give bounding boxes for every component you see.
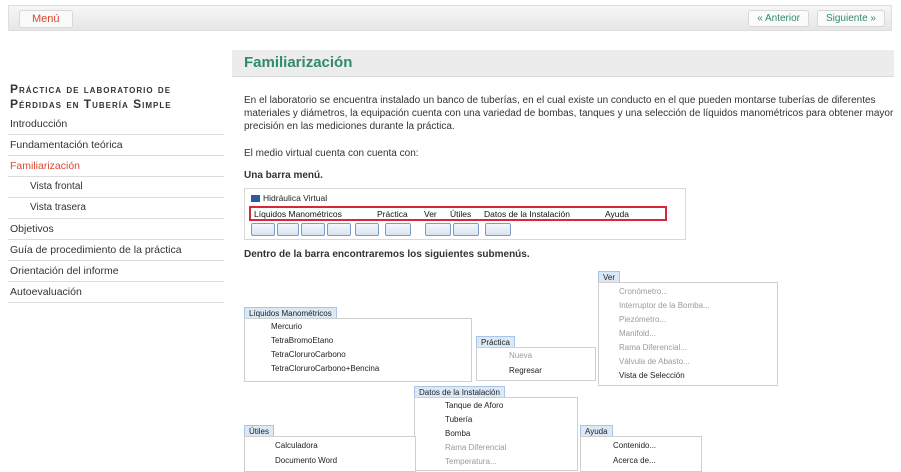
app-menu-liquidos: Líquidos Manométricos [254,209,342,219]
submenus-heading: Dentro de la barra encontraremos los sig… [244,249,530,260]
sidebar-item-guia[interactable]: Guía de procedimiento de la práctica [8,240,224,261]
tool-timer-icon [355,223,379,236]
submenu-liquidos: Mercurio TetraBromoEtano TetraCloruroCar… [244,318,472,382]
tool-word-icon [453,223,479,236]
datos-item: Temperatura... [445,457,497,466]
submenu-ayuda: Contenido... Acerca de... [580,436,702,472]
ver-item: Cronómetro... [619,287,668,296]
liquidos-item: TetraCloruroCarbono+Bencina [271,364,380,373]
tool-pipe-icon [385,223,411,236]
practica-item: Nueva [509,351,533,360]
app-menu-ver: Ver [424,209,437,219]
utiles-item: Calculadora [275,441,318,450]
menu-button[interactable]: Menú [19,10,73,28]
sidebar: Práctica de laboratorio de Pérdidas en T… [8,76,224,303]
sidebar-item-introduccion[interactable]: Introducción [8,114,224,135]
app-menu-utiles: Útiles [450,209,472,219]
liquidos-item: TetraCloruroCarbono [271,350,346,359]
app-title: Hidráulica Virtual [251,193,327,203]
app-logo-icon [251,195,260,203]
previous-button[interactable]: « Anterior [748,10,809,27]
submenu-utiles: Calculadora Documento Word [244,436,416,472]
virtual-medium-text: El medio virtual cuenta con cuenta con: [244,148,419,159]
submenu-ver: Cronómetro... Interruptor de la Bomba...… [598,282,778,386]
datos-item: Rama Diferencial [445,443,507,452]
top-navigation-bar: Menú « Anterior Siguiente » [8,5,892,31]
tool-eraser-icon [485,223,511,236]
sidebar-item-objetivos[interactable]: Objetivos [8,219,224,240]
app-title-text: Hidráulica Virtual [263,193,328,203]
ver-item: Piezómetro... [619,315,667,324]
tool-calculator-icon [425,223,451,236]
menu-bar-heading: Una barra menú. [244,170,323,181]
tool-table-icon [301,223,325,236]
ver-item: Manifold... [619,329,656,338]
practica-item: Regresar [509,366,542,375]
ver-item: Interruptor de la Bomba... [619,301,710,310]
ayuda-item: Acerca de... [613,456,656,465]
sidebar-item-orientacion[interactable]: Orientación del informe [8,261,224,282]
sidebar-item-fundamentacion[interactable]: Fundamentación teórica [8,135,224,156]
app-menu-practica: Práctica [377,209,408,219]
ver-item: Rama Diferencial... [619,343,688,352]
sidebar-item-autoevaluacion[interactable]: Autoevaluación [8,282,224,303]
tool-graph-icon [327,223,351,236]
app-menu-datos: Datos de la Instalación [484,209,570,219]
sidebar-item-vista-frontal[interactable]: Vista frontal [8,177,224,198]
intro-paragraph: En el laboratorio se encuentra instalado… [244,95,894,132]
liquidos-item: TetraBromoEtano [271,336,334,345]
datos-item: Bomba [445,429,471,438]
tool-start-icon [251,223,275,236]
app-window-image: Hidráulica Virtual Líquidos Manométricos… [244,188,686,240]
datos-item: Tanque de Aforo [445,401,504,410]
tool-stop-icon [277,223,299,236]
app-toolbar [249,223,669,237]
datos-item: Tubería [445,415,473,424]
sidebar-item-vista-trasera[interactable]: Vista trasera [8,198,224,219]
app-menu-bar: Líquidos Manométricos Práctica Ver Útile… [249,206,667,221]
utiles-item: Documento Word [275,456,338,465]
liquidos-item: Mercurio [271,322,303,331]
app-menu-ayuda: Ayuda [605,209,629,219]
ver-item: Válvula de Abasto... [619,357,690,366]
page-title: Familiarización [244,54,353,71]
sidebar-item-familiarizacion[interactable]: Familiarización [8,156,224,177]
sidebar-title: Práctica de laboratorio de Pérdidas en T… [10,82,172,111]
page-title-bar: Familiarización [232,50,894,77]
ver-item: Vista de Selección [619,371,685,380]
submenu-practica: Nueva Regresar [476,347,596,381]
next-button[interactable]: Siguiente » [816,10,885,27]
ayuda-item: Contenido... [613,441,657,450]
submenu-datos: Tanque de Aforo Tubería Bomba Rama Difer… [414,397,578,471]
